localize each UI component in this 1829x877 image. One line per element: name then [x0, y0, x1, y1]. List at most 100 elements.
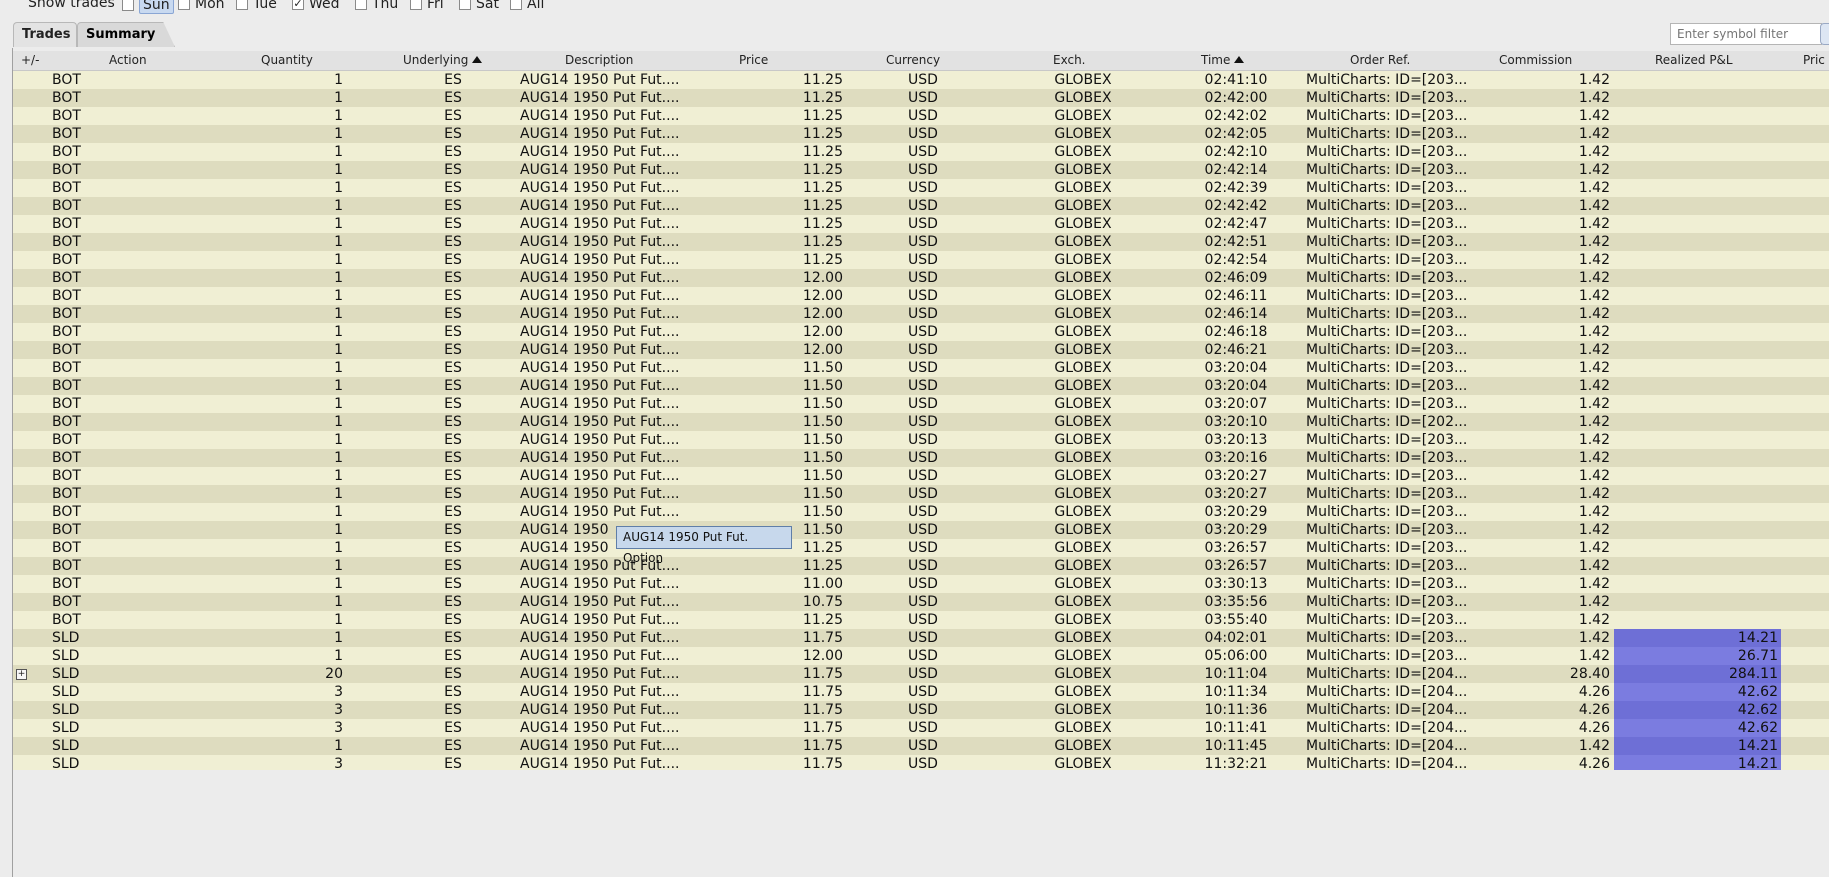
- table-row[interactable]: BOT 1 ES AUG14 1950 Put Fut.... 11.25 USD GLOB…: [13, 215, 1829, 233]
- col-header-exchange[interactable]: Exch.: [1053, 53, 1086, 67]
- table-row[interactable]: BOT 1 ES AUG14 1950 Put Fut.... 12.00 USD GLOB…: [13, 341, 1829, 359]
- cell-cur: USD: [908, 612, 938, 628]
- table-row[interactable]: BOT 1 ES AUG14 1950 Put Fut.... 11.25 USD GLOB…: [13, 197, 1829, 215]
- table-row[interactable]: BOT 1 ES AUG14 1950 Put Fut.... 11.50 USD GLOB…: [13, 377, 1829, 395]
- cell-exch: GLOBEX: [1054, 198, 1112, 214]
- table-row[interactable]: BOT 1 ES AUG14 1950 Put Fut.... 12.00 USD GLOB…: [13, 305, 1829, 323]
- checkbox-icon[interactable]: [236, 0, 248, 10]
- tab-summary[interactable]: Summary: [77, 22, 175, 47]
- table-row[interactable]: BOT 1 ES AUG14 1950 Put Fut.... 11.00 USD GLOB…: [13, 575, 1829, 593]
- day-filter-sun[interactable]: Sun: [122, 0, 174, 14]
- checkbox-icon[interactable]: [178, 0, 190, 10]
- table-row[interactable]: BOT 1 ES AUG14 1950 Put Fut.... 11.25 USD GLOB…: [13, 557, 1829, 575]
- day-filter-tue[interactable]: Tue: [236, 0, 277, 12]
- filter-edge-button[interactable]: [1820, 23, 1829, 45]
- cell-ref: MultiCharts: ID=[203...: [1306, 558, 1468, 574]
- table-row[interactable]: BOT 1 ES AUG14 1950 Put Fut.... 10.75 USD GLOB…: [13, 593, 1829, 611]
- cell-qty: 1: [334, 324, 343, 340]
- day-filter-fri[interactable]: Fri: [410, 0, 444, 12]
- cell-ref: MultiCharts: ID=[203...: [1306, 288, 1468, 304]
- table-row[interactable]: BOT 1 ES AUG14 1950 Put Fut.... 12.00 USD GLOB…: [13, 287, 1829, 305]
- table-row[interactable]: BOT 1 ES AUG14 1950 Put Fut.... 11.25 USD GLOB…: [13, 251, 1829, 269]
- col-header-commission[interactable]: Commission: [1499, 53, 1572, 67]
- day-filter-label: Sat: [476, 0, 499, 12]
- col-header-order-ref[interactable]: Order Ref.: [1350, 53, 1410, 67]
- col-header-quantity[interactable]: Quantity: [261, 53, 313, 67]
- table-row[interactable]: BOT 1 ES AUG14 1950 11.50 USD GLOBEX 03:20:29 Mu…: [13, 521, 1829, 539]
- checkbox-icon[interactable]: [410, 0, 422, 10]
- table-row[interactable]: BOT 1 ES AUG14 1950 Put Fut.... 11.25 USD GLOB…: [13, 71, 1829, 89]
- col-header-action[interactable]: Action: [109, 53, 147, 67]
- table-row[interactable]: BOT 1 ES AUG14 1950 Put Fut.... 11.25 USD GLOB…: [13, 143, 1829, 161]
- table-row[interactable]: BOT 1 ES AUG14 1950 Put Fut.... 11.50 USD GLOB…: [13, 503, 1829, 521]
- cell-action: BOT: [52, 216, 81, 232]
- col-header-underlying[interactable]: Underlying: [403, 53, 483, 67]
- checkbox-icon[interactable]: [510, 0, 522, 10]
- table-row[interactable]: + SLD 20 ES AUG14 1950 Put Fut.... 11.75 USD GL…: [13, 665, 1829, 683]
- table-row[interactable]: BOT 1 ES AUG14 1950 Put Fut.... 11.25 USD GLOB…: [13, 161, 1829, 179]
- table-row[interactable]: BOT 1 ES AUG14 1950 Put Fut.... 11.50 USD GLOB…: [13, 413, 1829, 431]
- table-row[interactable]: SLD 3 ES AUG14 1950 Put Fut.... 11.75 USD GLOB…: [13, 683, 1829, 701]
- cell-realized-pnl: 14.21: [1614, 737, 1781, 755]
- table-row[interactable]: BOT 1 ES AUG14 1950 Put Fut.... 11.50 USD GLOB…: [13, 485, 1829, 503]
- col-header-description[interactable]: Description: [565, 53, 633, 67]
- table-row[interactable]: BOT 1 ES AUG14 1950 Put Fut.... 11.25 USD GLOB…: [13, 611, 1829, 629]
- col-header-price-truncated[interactable]: Pric: [1803, 53, 1825, 67]
- cell-ref: MultiCharts: ID=[203...: [1306, 648, 1468, 664]
- cell-time: 03:26:57: [1204, 558, 1268, 574]
- table-row[interactable]: BOT 1 ES AUG14 1950 Put Fut.... 11.25 USD GLOB…: [13, 107, 1829, 125]
- table-row[interactable]: SLD 1 ES AUG14 1950 Put Fut.... 11.75 USD GLOB…: [13, 629, 1829, 647]
- table-row[interactable]: BOT 1 ES AUG14 1950 Put Fut.... 11.50 USD GLOB…: [13, 449, 1829, 467]
- day-filter-sat[interactable]: Sat: [459, 0, 499, 12]
- realized-pnl-value: 42.62: [1737, 720, 1778, 736]
- cell-und: ES: [444, 270, 462, 286]
- table-row[interactable]: BOT 1 ES AUG14 1950 Put Fut.... 11.50 USD GLOB…: [13, 431, 1829, 449]
- cell-qty: 1: [334, 612, 343, 628]
- table-row[interactable]: SLD 1 ES AUG14 1950 Put Fut.... 11.75 USD GLOB…: [13, 737, 1829, 755]
- table-row[interactable]: BOT 1 ES AUG14 1950 Put Fut.... 11.25 USD GLOB…: [13, 89, 1829, 107]
- table-row[interactable]: BOT 1 ES AUG14 1950 Put Fut.... 11.25 USD GLOB…: [13, 233, 1829, 251]
- cell-und: ES: [444, 72, 462, 88]
- cell-comm: 4.26: [1578, 702, 1610, 718]
- checkbox-icon[interactable]: [355, 0, 367, 10]
- cell-comm: 1.42: [1578, 252, 1610, 268]
- table-row[interactable]: BOT 1 ES AUG14 1950 Put Fut.... 11.25 USD GLOB…: [13, 179, 1829, 197]
- checkbox-icon[interactable]: [122, 0, 134, 11]
- checkbox-icon[interactable]: [459, 0, 471, 10]
- col-header-currency[interactable]: Currency: [886, 53, 940, 67]
- cell-exch: GLOBEX: [1054, 324, 1112, 340]
- col-header-time[interactable]: Time: [1201, 53, 1245, 67]
- cell-und: ES: [444, 684, 462, 700]
- table-row[interactable]: BOT 1 ES AUG14 1950 Put Fut.... 11.50 USD GLOB…: [13, 467, 1829, 485]
- cell-price: 11.25: [802, 234, 843, 250]
- col-header-price[interactable]: Price: [739, 53, 768, 67]
- cell-cur: USD: [908, 558, 938, 574]
- cell-time: 03:35:56: [1204, 594, 1268, 610]
- day-filter-mon[interactable]: Mon: [178, 0, 225, 12]
- day-filter-thu[interactable]: Thu: [355, 0, 398, 12]
- cell-time: 04:02:01: [1204, 630, 1268, 646]
- cell-desc: AUG14 1950 Put Fut....: [520, 630, 680, 646]
- cell-desc: AUG14 1950 Put Fut....: [520, 720, 680, 736]
- symbol-filter-input[interactable]: [1670, 23, 1822, 45]
- table-row[interactable]: SLD 1 ES AUG14 1950 Put Fut.... 12.00 USD GLOB…: [13, 647, 1829, 665]
- tab-trades[interactable]: Trades: [13, 22, 77, 47]
- table-row[interactable]: SLD 3 ES AUG14 1950 Put Fut.... 11.75 USD GLOB…: [13, 719, 1829, 737]
- table-row[interactable]: BOT 1 ES AUG14 1950 Put Fut.... 12.00 USD GLOB…: [13, 323, 1829, 341]
- day-filter-wed[interactable]: ✓ Wed: [292, 0, 340, 12]
- cell-cur: USD: [908, 108, 938, 124]
- day-filter-all[interactable]: All: [510, 0, 544, 12]
- table-row[interactable]: BOT 1 ES AUG14 1950 Put Fut.... 11.50 USD GLOB…: [13, 359, 1829, 377]
- table-row[interactable]: SLD 3 ES AUG14 1950 Put Fut.... 11.75 USD GLOB…: [13, 701, 1829, 719]
- table-row[interactable]: BOT 1 ES AUG14 1950 11.25 USD GLOBEX 03:26:57 Mu…: [13, 539, 1829, 557]
- table-row[interactable]: BOT 1 ES AUG14 1950 Put Fut.... 11.25 USD GLOB…: [13, 125, 1829, 143]
- plus-box-icon[interactable]: +: [16, 669, 27, 680]
- cell-desc: AUG14 1950 Put Fut....: [520, 576, 680, 592]
- cell-und: ES: [444, 666, 462, 682]
- col-header-expand[interactable]: +/-: [21, 53, 39, 67]
- checkbox-icon[interactable]: ✓: [292, 0, 304, 10]
- cell-ref: MultiCharts: ID=[204...: [1306, 666, 1468, 682]
- table-row[interactable]: BOT 1 ES AUG14 1950 Put Fut.... 11.50 USD GLOB…: [13, 395, 1829, 413]
- table-row[interactable]: BOT 1 ES AUG14 1950 Put Fut.... 12.00 USD GLOB…: [13, 269, 1829, 287]
- col-header-realized-pnl[interactable]: Realized P&L: [1655, 53, 1733, 67]
